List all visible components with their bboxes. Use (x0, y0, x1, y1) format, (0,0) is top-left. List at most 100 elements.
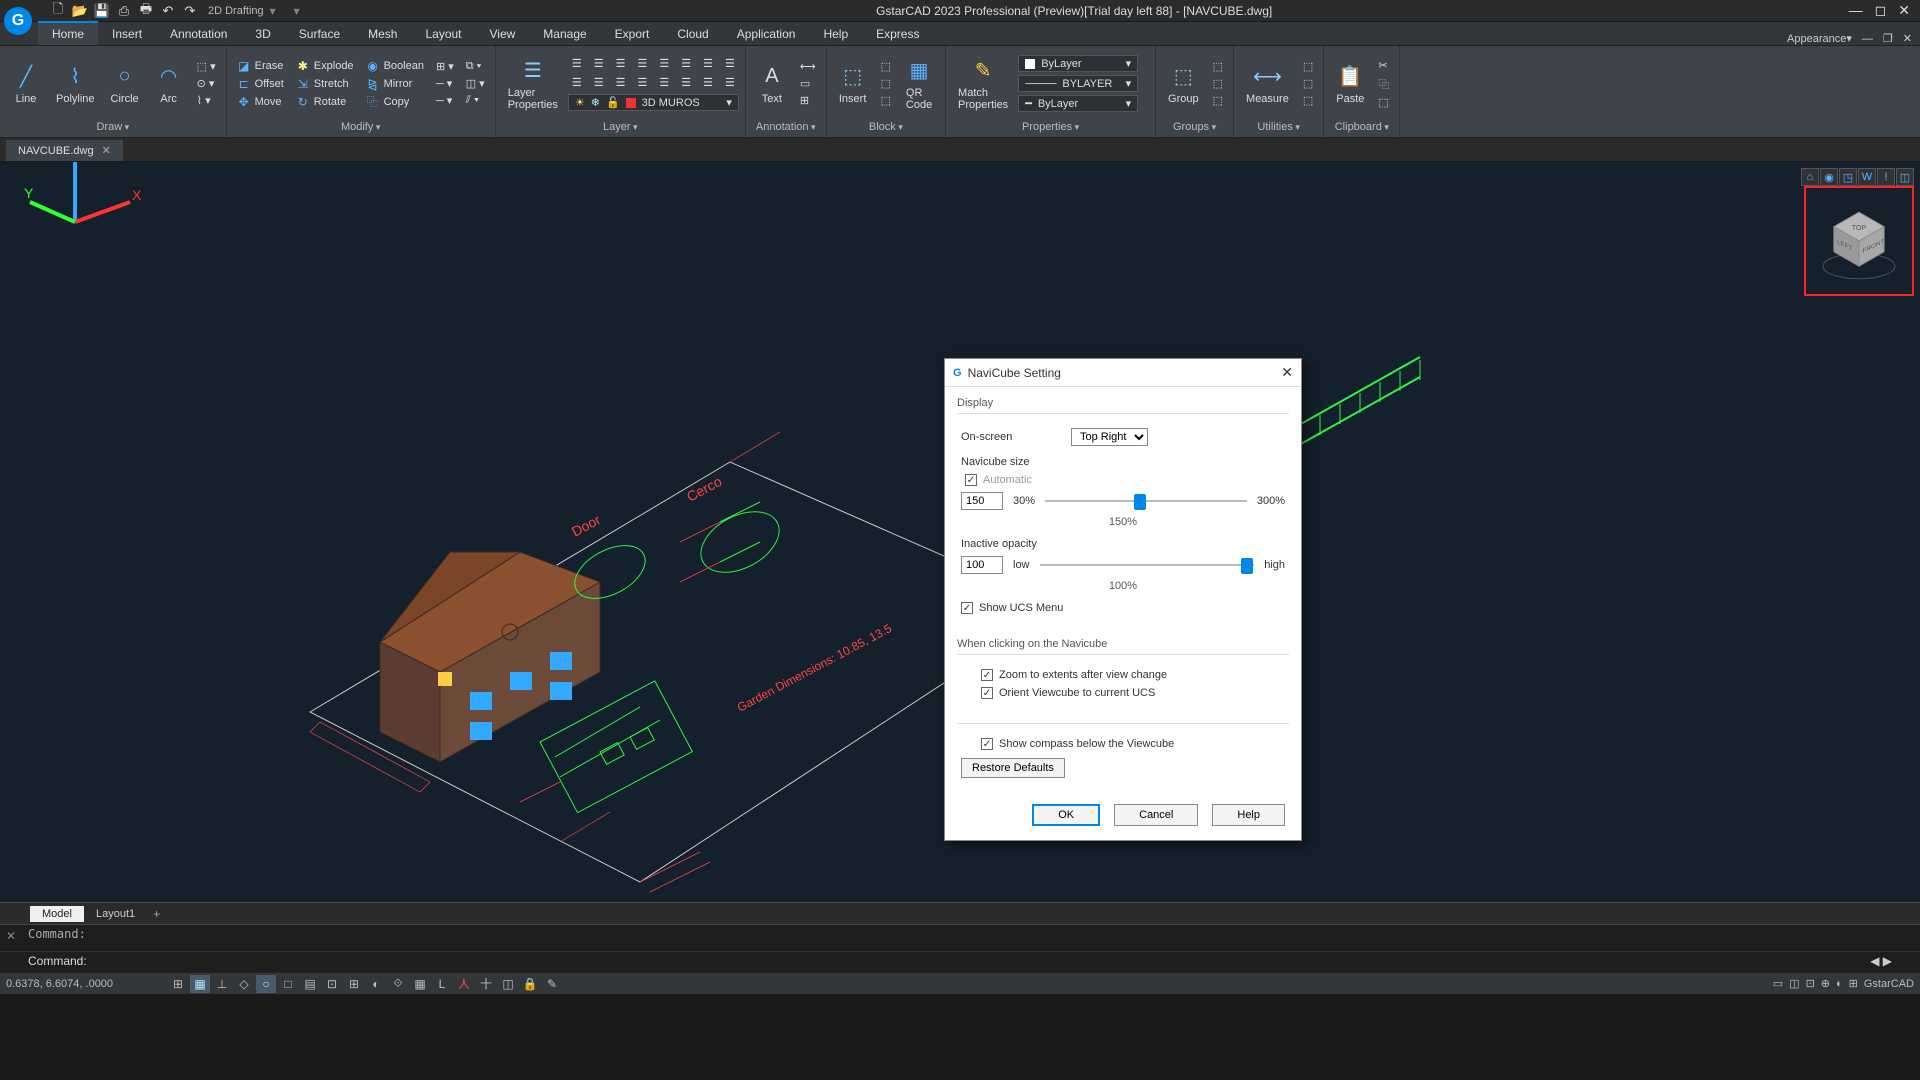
paste-button[interactable]: 📋Paste (1330, 61, 1370, 107)
dialog-close-icon[interactable]: ✕ (1281, 364, 1293, 381)
close-icon[interactable]: ✕ (1898, 2, 1910, 19)
util-1[interactable]: ⬚ (1299, 59, 1317, 74)
color-dropdown[interactable]: ByLayer▾ (1018, 55, 1138, 72)
cmdline-close-icon[interactable]: ✕ (6, 929, 16, 943)
lineweight-dropdown[interactable]: ━ByLayer▾ (1018, 95, 1138, 112)
clip-1[interactable]: ✂ (1374, 58, 1393, 73)
tab-export[interactable]: Export (601, 23, 664, 45)
opacity-slider[interactable] (1040, 556, 1255, 574)
appearance-menu[interactable]: Appearance▾ (1787, 32, 1852, 45)
explode-button[interactable]: ✱Explode (292, 58, 358, 74)
draw-mini-3[interactable]: ⌇ ▾ (193, 93, 220, 108)
modify-mini-3[interactable]: ─ ▾ (432, 93, 458, 108)
status-toggle-18[interactable]: ✎ (542, 975, 562, 993)
measure-button[interactable]: ⟷Measure (1240, 61, 1295, 107)
cancel-button[interactable]: Cancel (1114, 804, 1198, 826)
grp-3[interactable]: ⬚ (1209, 93, 1227, 108)
status-toggle-14[interactable]: 人 (454, 975, 474, 993)
ok-button[interactable]: OK (1032, 804, 1100, 826)
status-toggle-10[interactable]: ◐ (366, 975, 386, 993)
tab-layout[interactable]: Layout (411, 23, 475, 45)
tab-help[interactable]: Help (809, 23, 862, 45)
draw-mini-1[interactable]: ⬚ ▾ (193, 59, 220, 74)
layer-icon-6[interactable]: ☰ (677, 56, 695, 71)
erase-button[interactable]: ◪Erase (233, 58, 288, 74)
maximize-icon[interactable]: ◻ (1875, 2, 1887, 19)
modify-mini-1[interactable]: ⊞ ▾ (432, 59, 458, 74)
cmd-left-arrow[interactable]: ◀ (1870, 954, 1879, 968)
status-right-6[interactable]: ⊞ (1849, 977, 1858, 990)
group-button[interactable]: ⬚Group (1162, 61, 1205, 107)
modify-mini-2[interactable]: ─ ▾ (432, 76, 458, 91)
tab-home[interactable]: Home (38, 21, 98, 45)
block-2[interactable]: ⬚ (877, 76, 895, 91)
clip-2[interactable]: ⿻ (1374, 75, 1393, 93)
doc-tab[interactable]: NAVCUBE.dwg ✕ (6, 140, 123, 161)
modify-mini-4[interactable]: ⧉ ▾ (462, 59, 489, 74)
layer-icon-8[interactable]: ☰ (721, 56, 739, 71)
dim-2[interactable]: ▭ (796, 76, 820, 91)
status-toggle-4[interactable]: ◇ (234, 975, 254, 993)
util-2[interactable]: ⬚ (1299, 76, 1317, 91)
layer-icon-3[interactable]: ☰ (612, 56, 630, 71)
tab-application[interactable]: Application (723, 23, 810, 45)
status-toggle-7[interactable]: ▤ (300, 975, 320, 993)
layer-tool-3[interactable]: ☰ (612, 75, 630, 90)
status-toggle-1[interactable]: ⊞ (168, 975, 188, 993)
show-ucs-checkbox[interactable]: ✓ (961, 602, 973, 614)
grp-1[interactable]: ⬚ (1209, 59, 1227, 74)
block-1[interactable]: ⬚ (877, 59, 895, 74)
tab-cloud[interactable]: Cloud (663, 23, 722, 45)
draw-mini-2[interactable]: ⊙ ▾ (193, 76, 220, 91)
add-layout-icon[interactable]: + (147, 907, 166, 921)
status-right-3[interactable]: ⊡ (1806, 977, 1815, 990)
linetype-dropdown[interactable]: ────BYLAYER▾ (1018, 75, 1138, 92)
layer-icon-1[interactable]: ☰ (568, 56, 586, 71)
move-button[interactable]: ✥Move (233, 94, 288, 110)
status-toggle-2[interactable]: ▦ (190, 975, 210, 993)
status-toggle-17[interactable]: 🔒 (520, 975, 540, 993)
tab-annotation[interactable]: Annotation (156, 23, 241, 45)
status-toggle-11[interactable]: ⟐ (388, 975, 408, 993)
polyline-button[interactable]: ⌇Polyline (50, 61, 101, 107)
layer-tool-8[interactable]: ☰ (721, 75, 739, 90)
arc-button[interactable]: ◠Arc (149, 61, 189, 107)
automatic-checkbox[interactable]: ✓ (965, 474, 977, 486)
open-icon[interactable]: 📂 (72, 3, 88, 19)
layer-tool-7[interactable]: ☰ (699, 75, 717, 90)
util-3[interactable]: ⬚ (1299, 93, 1317, 108)
workspace-selector[interactable]: 2D Drafting (208, 5, 264, 17)
layer-tool-2[interactable]: ☰ (590, 75, 608, 90)
orient-checkbox[interactable]: ✓ (981, 687, 993, 699)
layer-dropdown[interactable]: ☀❄🔓 3D MUROS ▾ (568, 94, 739, 111)
layer-properties-button[interactable]: ☰Layer Properties (502, 55, 564, 113)
layer-icon-5[interactable]: ☰ (655, 56, 673, 71)
redo-icon[interactable]: ↷ (182, 3, 198, 19)
new-icon[interactable]: 🗋 (50, 3, 66, 19)
modify-mini-6[interactable]: ⫽ ▾ (462, 93, 489, 108)
layer-tool-1[interactable]: ☰ (568, 75, 586, 90)
status-right-2[interactable]: ◫ (1789, 977, 1799, 990)
clip-3[interactable]: ⬚ (1374, 95, 1393, 110)
app-logo[interactable]: G (4, 7, 32, 35)
status-right-5[interactable]: ◐ (1836, 978, 1843, 990)
help-button[interactable]: Help (1212, 804, 1285, 826)
text-button[interactable]: AText (752, 61, 792, 107)
status-toggle-13[interactable]: L (432, 975, 452, 993)
layout1-tab[interactable]: Layout1 (84, 906, 147, 922)
compass-checkbox[interactable]: ✓ (981, 738, 993, 750)
tab-view[interactable]: View (476, 23, 530, 45)
undo-icon[interactable]: ↶ (160, 3, 176, 19)
layer-icon-7[interactable]: ☰ (699, 56, 717, 71)
status-toggle-15[interactable]: 十 (476, 975, 496, 993)
size-slider[interactable] (1045, 492, 1247, 510)
layer-icon-2[interactable]: ☰ (590, 56, 608, 71)
size-input[interactable] (961, 492, 1003, 510)
copy-button[interactable]: ⿻Copy (362, 94, 428, 110)
match-properties-button[interactable]: ✎Match Properties (952, 55, 1014, 113)
saveas-icon[interactable]: ⎙ (116, 3, 132, 19)
qr-button[interactable]: ▦QR Code (899, 55, 939, 113)
status-right-1[interactable]: ▭ (1773, 977, 1783, 990)
status-toggle-3[interactable]: ⊥ (212, 975, 232, 993)
zoom-extents-checkbox[interactable]: ✓ (981, 669, 993, 681)
